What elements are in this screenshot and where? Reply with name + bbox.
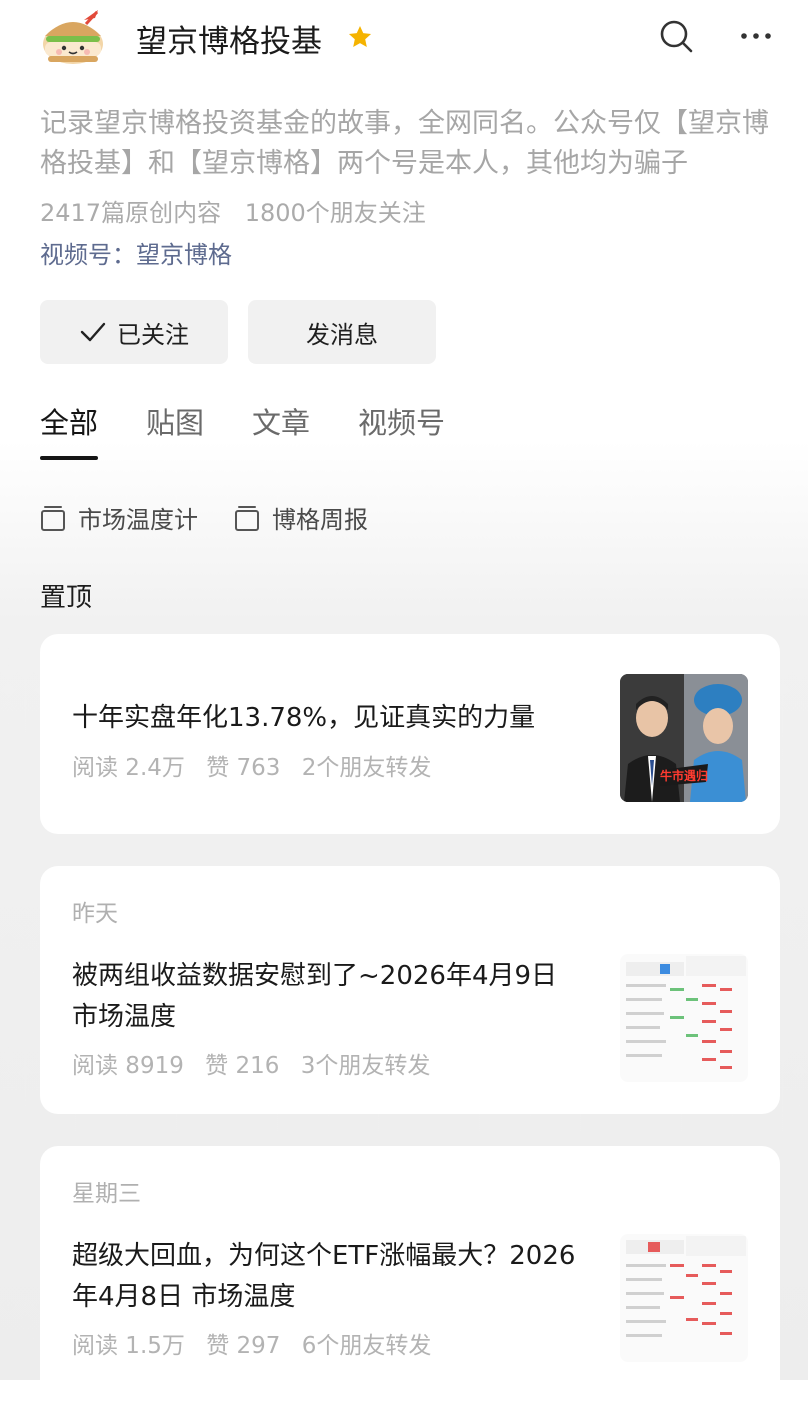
send-message-label: 发消息 (306, 320, 378, 349)
article-title: 被两组收益数据安慰到了~2026年4月9日 市场温度 (72, 961, 558, 1032)
article-meta: 阅读 1.5万 赞 297 6个朋友转发 (72, 1326, 445, 1360)
collections-row: 市场温度计 博格周报 (40, 500, 404, 535)
account-name: 望京博格投基 (136, 24, 322, 60)
thumbnail-caption: 牛市遇归 (660, 768, 708, 783)
search-icon[interactable] (658, 18, 694, 54)
article-date: 星期三 (72, 1181, 141, 1207)
article-card[interactable]: 昨天 被两组收益数据安慰到了~2026年4月9日 市场温度 阅读 8919 赞 … (40, 866, 780, 1114)
article-shares: 6个朋友转发 (301, 1333, 432, 1359)
pinned-section-title: 置顶 (40, 583, 93, 613)
followers-count: 1800个朋友关注 (244, 199, 426, 227)
article-card[interactable]: 星期三 超级大回血，为何这个ETF涨幅最大？2026年4月8日 市场温度 阅读 … (40, 1146, 780, 1406)
article-thumbnail: 牛市遇归 (620, 674, 748, 802)
collection-label: 博格周报 (272, 506, 368, 534)
article-thumbnail (620, 1234, 748, 1362)
article-reads: 阅读 2.4万 (72, 755, 185, 781)
article-title: 十年实盘年化13.78%，见证真实的力量 (72, 703, 536, 733)
article-meta: 阅读 2.4万 赞 763 2个朋友转发 (72, 748, 445, 782)
followed-button[interactable]: 已关注 (40, 300, 228, 364)
tab-images[interactable]: 贴图 (146, 400, 204, 460)
article-title: 超级大回血，为何这个ETF涨幅最大？2026年4月8日 市场温度 (72, 1241, 576, 1312)
star-icon[interactable] (347, 24, 373, 50)
collection-icon (235, 505, 259, 531)
tab-video-channel[interactable]: 视频号 (358, 400, 445, 460)
collection-label: 市场温度计 (78, 506, 198, 534)
article-meta: 阅读 8919 赞 216 3个朋友转发 (72, 1046, 444, 1080)
collection-bogle-weekly[interactable]: 博格周报 (234, 500, 368, 535)
video-channel-link[interactable]: 视频号：望京博格 (40, 235, 232, 270)
collection-market-temperature[interactable]: 市场温度计 (40, 500, 198, 535)
check-icon (80, 322, 106, 342)
article-reads: 阅读 1.5万 (72, 1333, 185, 1359)
tab-all[interactable]: 全部 (40, 400, 99, 460)
send-message-button[interactable]: 发消息 (248, 300, 436, 364)
article-reads: 阅读 8919 (72, 1053, 184, 1079)
article-likes: 赞 216 (205, 1053, 280, 1079)
article-date: 昨天 (72, 901, 118, 927)
article-card[interactable]: 十年实盘年化13.78%，见证真实的力量 阅读 2.4万 赞 763 2个朋友转… (40, 634, 780, 834)
content-tabs: 全部 贴图 文章 视频号 (40, 400, 493, 460)
followed-label: 已关注 (117, 320, 189, 349)
article-likes: 赞 297 (206, 1333, 281, 1359)
tab-articles[interactable]: 文章 (252, 400, 310, 460)
articles-count: 2417篇原创内容 (40, 199, 222, 227)
article-shares: 2个朋友转发 (301, 755, 432, 781)
collection-icon (41, 505, 65, 531)
account-stats: 2417篇原创内容 1800个朋友关注 (40, 193, 442, 228)
article-likes: 赞 763 (206, 755, 281, 781)
account-description: 记录望京博格投资基金的故事，全网同名。公众号仅【望京博格投基】和【望京博格】两个… (40, 108, 769, 179)
account-avatar[interactable] (40, 6, 106, 68)
article-thumbnail (620, 954, 748, 1082)
article-shares: 3个朋友转发 (300, 1053, 431, 1079)
more-icon[interactable] (738, 20, 774, 52)
